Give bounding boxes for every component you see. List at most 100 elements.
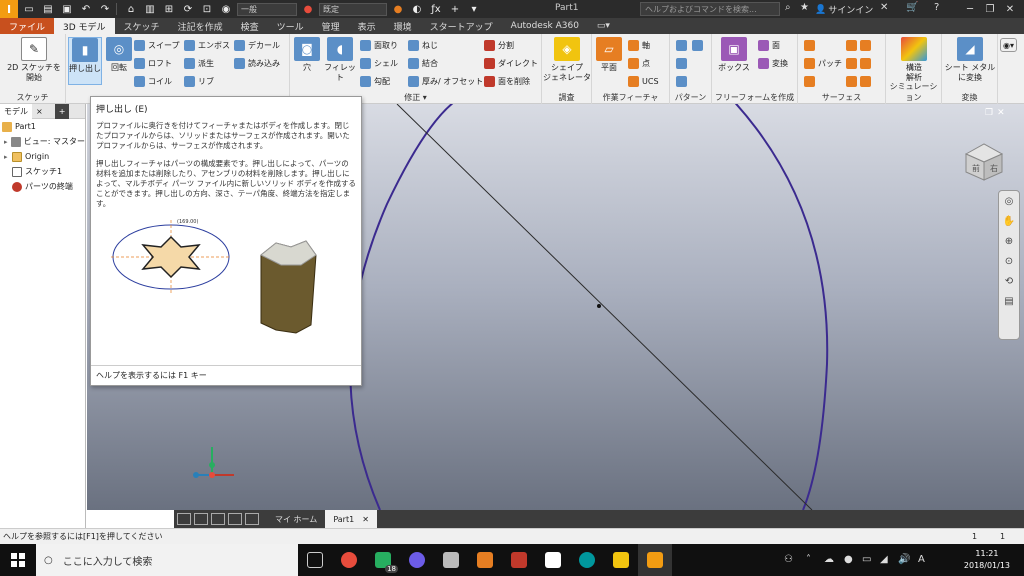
orbit-icon[interactable]: ⟲	[999, 271, 1019, 291]
style-combo[interactable]: 一般	[237, 2, 297, 16]
update-icon[interactable]: ⟳	[180, 2, 196, 16]
circ-pattern-button[interactable]	[676, 56, 690, 70]
expand-icon[interactable]: ▸	[4, 138, 11, 146]
trim-button[interactable]	[846, 38, 874, 52]
clock[interactable]: 11:21 2018/01/13	[964, 548, 1010, 572]
tab-file[interactable]: ファイル	[0, 18, 55, 34]
star-icon[interactable]: ★	[800, 2, 809, 13]
arduino-button[interactable]	[570, 544, 604, 576]
app-button-6[interactable]	[468, 544, 502, 576]
steering-wheel-icon[interactable]: ◎	[999, 191, 1019, 211]
emboss-button[interactable]: エンボス	[184, 38, 230, 52]
home-icon[interactable]: ⌂	[123, 2, 139, 16]
add-browser-tab-icon[interactable]: +	[54, 103, 70, 119]
help-search-input[interactable]: ヘルプおよびコマンドを検索...	[640, 2, 780, 16]
open-folder-icon[interactable]: ▥	[142, 2, 158, 16]
axis-button[interactable]: 軸	[628, 38, 650, 52]
tab-tools[interactable]: ツール	[268, 18, 313, 34]
measure-icon[interactable]: ⊞	[161, 2, 177, 16]
sketch-pattern-button[interactable]	[676, 74, 690, 88]
color-icon[interactable]: ●	[300, 2, 316, 16]
chevron-up-icon[interactable]: ˄	[806, 554, 811, 565]
task-view-button[interactable]	[298, 544, 332, 576]
tab-manage[interactable]: 管理	[313, 18, 349, 34]
convert-freeform-button[interactable]: 変換	[758, 56, 788, 70]
chamfer-button[interactable]: 面取り	[360, 38, 398, 52]
start-button[interactable]	[0, 544, 36, 576]
sweep-button[interactable]: スイープ	[134, 38, 180, 52]
redo-icon[interactable]: ↷	[97, 2, 113, 16]
arrange-horizontal-icon[interactable]	[211, 513, 225, 525]
select-icon[interactable]: ⊡	[199, 2, 215, 16]
save-icon[interactable]: ▣	[59, 2, 75, 16]
fx-icon[interactable]: ƒx	[428, 2, 444, 16]
tab-my-home[interactable]: マイ ホーム	[267, 510, 325, 528]
shell-button[interactable]: シェル	[360, 56, 398, 70]
ruled-surface-button[interactable]	[846, 74, 874, 88]
arrange-vertical-icon[interactable]	[228, 513, 242, 525]
plane-button[interactable]: ▱ 平面	[594, 37, 624, 73]
expand-icon[interactable]: ▸	[4, 153, 12, 161]
thicken-button[interactable]: 厚み/ オフセット	[408, 74, 483, 88]
more-icon[interactable]: ▾	[466, 2, 482, 16]
rect-pattern-button[interactable]	[676, 38, 690, 52]
tab-model[interactable]: モデル	[0, 103, 32, 119]
extrude-button[interactable]: ▮ 押し出し	[68, 37, 102, 85]
people-icon[interactable]: ⚇	[784, 554, 793, 565]
point-button[interactable]: 点	[628, 56, 650, 70]
revolve-button[interactable]: ◎ 回転	[104, 37, 134, 73]
tab-inspect[interactable]: 検査	[232, 18, 268, 34]
pan-icon[interactable]: ✋	[999, 211, 1019, 231]
tab-environments[interactable]: 環境	[385, 18, 421, 34]
tree-item-view-master[interactable]: ▸ ビュー: マスター	[0, 134, 85, 149]
inventor-taskbar-button[interactable]	[638, 544, 672, 576]
tile-icon[interactable]	[177, 513, 191, 525]
ribbon-more-icon[interactable]: ◉▾	[1000, 38, 1017, 52]
new-file-icon[interactable]: ▭	[21, 2, 37, 16]
tab-a360[interactable]: Autodesk A360	[502, 18, 588, 34]
replace-face-button[interactable]	[846, 56, 874, 70]
import-button[interactable]: 読み込み	[234, 56, 280, 70]
open-icon[interactable]: ▤	[40, 2, 56, 16]
fillet-button[interactable]: ◖ フィレット	[322, 37, 358, 83]
appearance-icon[interactable]: ●	[390, 2, 406, 16]
center-point[interactable]	[597, 304, 601, 308]
chrome-button[interactable]	[332, 544, 366, 576]
ime-indicator[interactable]: A	[918, 554, 925, 565]
tree-item-origin[interactable]: ▸ Origin	[0, 149, 85, 164]
tab-part1[interactable]: Part1 ✕	[325, 510, 377, 528]
tab-get-started[interactable]: スタートアップ	[421, 18, 502, 34]
tab-annotate[interactable]: 注記を作成	[169, 18, 232, 34]
close-browser-tab-icon[interactable]: ×	[32, 104, 47, 119]
close-window-icon[interactable]: ✕	[996, 0, 1024, 18]
look-at-icon[interactable]: ▤	[999, 291, 1019, 311]
app-button-4[interactable]	[400, 544, 434, 576]
coil-button[interactable]: コイル	[134, 74, 172, 88]
delete-face-button[interactable]: 面を削除	[484, 74, 530, 88]
app-button-5[interactable]	[434, 544, 468, 576]
split-button[interactable]: 分割	[484, 38, 514, 52]
clear-icon[interactable]: ◐	[409, 2, 425, 16]
decal-button[interactable]: デカール	[234, 38, 280, 52]
plus-icon[interactable]: +	[447, 2, 463, 16]
sign-in-button[interactable]: 👤 サインイン	[815, 3, 873, 17]
window-list-icon[interactable]	[245, 513, 259, 525]
tab-view[interactable]: 表示	[349, 18, 385, 34]
tab-sketch[interactable]: スケッチ	[115, 18, 169, 34]
app-button-8[interactable]	[536, 544, 570, 576]
hole-button[interactable]: ◙ 穴	[292, 37, 322, 73]
patch-button[interactable]: パッチ	[804, 56, 842, 70]
battery-icon[interactable]: ▭	[862, 554, 871, 565]
shape-generator-button[interactable]: ◈ シェイプ ジェネレータ	[543, 37, 591, 83]
cascade-icon[interactable]	[194, 513, 208, 525]
tree-item-part1[interactable]: Part1	[0, 119, 85, 134]
help-icon[interactable]: ?	[934, 2, 939, 13]
close-doc-icon[interactable]: ✕	[997, 108, 1005, 118]
line-button[interactable]: 18	[366, 544, 400, 576]
mirror-button[interactable]	[692, 38, 706, 52]
material-combo[interactable]: 既定	[319, 2, 387, 16]
network-icon[interactable]: ◢	[880, 554, 888, 565]
zoom-all-icon[interactable]: ⊙	[999, 251, 1019, 271]
tray-app-icon[interactable]: ●	[844, 554, 853, 565]
app-button-7[interactable]	[502, 544, 536, 576]
